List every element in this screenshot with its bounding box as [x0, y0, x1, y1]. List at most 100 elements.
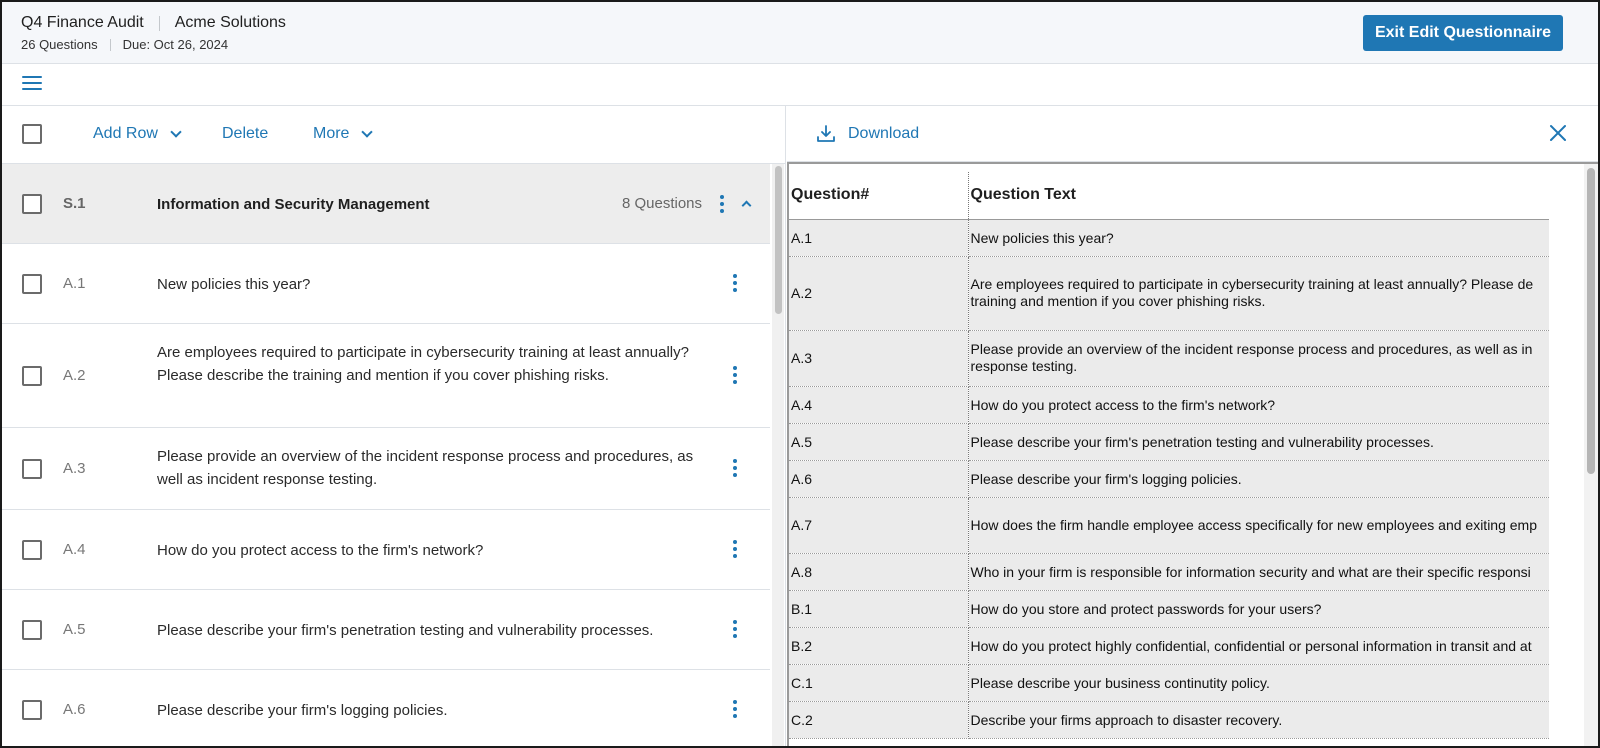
- row-more-icon[interactable]: [732, 459, 738, 479]
- question-row[interactable]: A.4 How do you protect access to the fir…: [2, 510, 770, 590]
- preview-row: B.1 How do you store and protect passwor…: [789, 590, 1549, 628]
- section-title: Information and Security Management: [157, 196, 430, 213]
- nav-row: [2, 64, 1598, 106]
- divider: [158, 15, 160, 31]
- app-window: Q4 Finance Audit Acme Solutions 26 Quest…: [0, 0, 1600, 748]
- preview-scrollbar[interactable]: [1584, 164, 1598, 746]
- scrollbar-thumb[interactable]: [775, 166, 782, 314]
- question-row[interactable]: A.1 New policies this year?: [2, 244, 770, 324]
- preview-row: A.5 Please describe your firm's penetrat…: [789, 423, 1549, 461]
- preview-row: A.1 New policies this year?: [789, 219, 1549, 257]
- preview-cell-number: A.6: [789, 460, 969, 498]
- question-count: 26 Questions: [21, 37, 98, 52]
- preview-row: A.4 How do you protect access to the fir…: [789, 386, 1549, 424]
- preview-cell-text: Please describe your business continutit…: [968, 664, 1549, 702]
- hamburger-menu-icon[interactable]: [22, 76, 42, 92]
- question-text: Are employees required to participate in…: [157, 344, 689, 384]
- preview-cell-number: A.4: [789, 386, 969, 424]
- row-checkbox[interactable]: [22, 620, 42, 640]
- preview-cell-text: How do you protect highly confidential, …: [968, 627, 1549, 665]
- download-label: Download: [848, 125, 920, 142]
- preview-cell-number: A.7: [789, 497, 969, 554]
- delete-button[interactable]: Delete: [222, 125, 268, 143]
- preview-row: A.8 Who in your firm is responsible for …: [789, 553, 1549, 591]
- preview-cell-number: A.5: [789, 423, 969, 461]
- collapse-caret-icon[interactable]: [741, 200, 752, 211]
- section-row[interactable]: S.1 Information and Security Management …: [2, 164, 770, 244]
- preview-cell-text: How does the firm handle employee access…: [968, 497, 1549, 554]
- preview-toolbar: Download: [787, 106, 1598, 162]
- question-row[interactable]: A.5 Please describe your firm's penetrat…: [2, 590, 770, 670]
- questions-toolbar: Add Row Delete More: [2, 106, 785, 164]
- section-question-count: 8 Questions: [621, 195, 702, 212]
- preview-row: A.6 Please describe your firm's logging …: [789, 460, 1549, 498]
- preview-cell-number: C.1: [789, 664, 969, 702]
- question-row[interactable]: A.6 Please describe your firm's logging …: [2, 670, 770, 746]
- row-checkbox[interactable]: [22, 366, 42, 386]
- close-icon[interactable]: [1548, 123, 1568, 143]
- chevron-down-icon: [170, 126, 182, 138]
- page-header: Q4 Finance Audit Acme Solutions 26 Quest…: [2, 2, 1598, 64]
- question-row[interactable]: A.2 Are employees required to participat…: [2, 324, 770, 428]
- preview-cell-number: A.3: [789, 330, 969, 387]
- row-more-icon[interactable]: [732, 620, 738, 640]
- question-text: How do you protect access to the firm's …: [157, 542, 484, 559]
- section-more-icon[interactable]: [719, 195, 725, 215]
- question-list: S.1 Information and Security Management …: [2, 164, 770, 746]
- row-checkbox[interactable]: [22, 459, 42, 479]
- preview-cell-number: A.2: [789, 256, 969, 331]
- question-number: A.1: [63, 275, 86, 292]
- row-checkbox[interactable]: [22, 700, 42, 720]
- title-row: Q4 Finance Audit Acme Solutions: [21, 14, 286, 32]
- preview-row: A.7 How does the firm handle employee ac…: [789, 497, 1549, 554]
- preview-row: B.2 How do you protect highly confidenti…: [789, 627, 1549, 665]
- preview-row: A.3 Please provide an overview of the in…: [789, 330, 1549, 387]
- download-button[interactable]: Download: [816, 124, 919, 144]
- question-text: New policies this year?: [157, 276, 311, 293]
- column-header-question-text: Question Text: [968, 172, 1549, 220]
- questions-scrollbar[interactable]: [772, 164, 784, 746]
- more-label: More: [313, 125, 350, 142]
- question-text: Please provide an overview of the incide…: [157, 448, 694, 488]
- row-checkbox[interactable]: [22, 540, 42, 560]
- column-header-question-number: Question#: [789, 172, 969, 220]
- chevron-down-icon: [361, 126, 374, 138]
- preview-cell-number: B.1: [789, 590, 969, 628]
- question-number: A.5: [63, 621, 86, 638]
- exit-edit-questionnaire-button[interactable]: Exit Edit Questionnaire: [1363, 15, 1563, 51]
- company-name: Acme Solutions: [174, 14, 286, 31]
- preview-row: A.2 Are employees required to participat…: [789, 256, 1549, 331]
- preview-cell-number: C.2: [789, 701, 969, 739]
- section-checkbox[interactable]: [22, 194, 42, 214]
- row-more-icon[interactable]: [732, 700, 738, 720]
- preview-cell-text: Please describe your firm's logging poli…: [968, 460, 1549, 498]
- spreadsheet-preview: Question# Question Text A.1 New policies…: [787, 162, 1598, 746]
- row-more-icon[interactable]: [732, 540, 738, 560]
- audit-name: Q4 Finance Audit: [21, 14, 144, 31]
- preview-cell-text: Who in your firm is responsible for info…: [968, 553, 1549, 591]
- question-number: A.4: [63, 541, 86, 558]
- preview-cell-number: B.2: [789, 627, 969, 665]
- download-icon: [817, 125, 835, 142]
- more-button[interactable]: More: [313, 125, 374, 143]
- select-all-checkbox[interactable]: [22, 124, 42, 144]
- question-row[interactable]: A.3 Please provide an overview of the in…: [2, 428, 770, 510]
- row-more-icon[interactable]: [732, 274, 738, 294]
- row-checkbox[interactable]: [22, 274, 42, 294]
- row-more-icon[interactable]: [732, 366, 738, 386]
- preview-cell-number: A.8: [789, 553, 969, 591]
- question-text: Please describe your firm's logging poli…: [157, 702, 448, 719]
- preview-cell-text: New policies this year?: [968, 219, 1549, 257]
- preview-cell-text: Are employees required to participate in…: [968, 256, 1549, 331]
- divider: [109, 38, 111, 51]
- question-number: A.6: [63, 701, 86, 718]
- preview-cell-text: Please provide an overview of the incide…: [968, 330, 1549, 387]
- add-row-button[interactable]: Add Row: [93, 125, 182, 143]
- meta-row: 26 Questions Due: Oct 26, 2024: [21, 37, 228, 52]
- scrollbar-thumb[interactable]: [1587, 168, 1595, 474]
- question-text: Please describe your firm's penetration …: [157, 622, 654, 639]
- preview-cell-number: A.1: [789, 219, 969, 257]
- add-row-label: Add Row: [93, 125, 158, 142]
- preview-cell-text: Please describe your firm's penetration …: [968, 423, 1549, 461]
- preview-row: C.2 Describe your firms approach to disa…: [789, 701, 1549, 739]
